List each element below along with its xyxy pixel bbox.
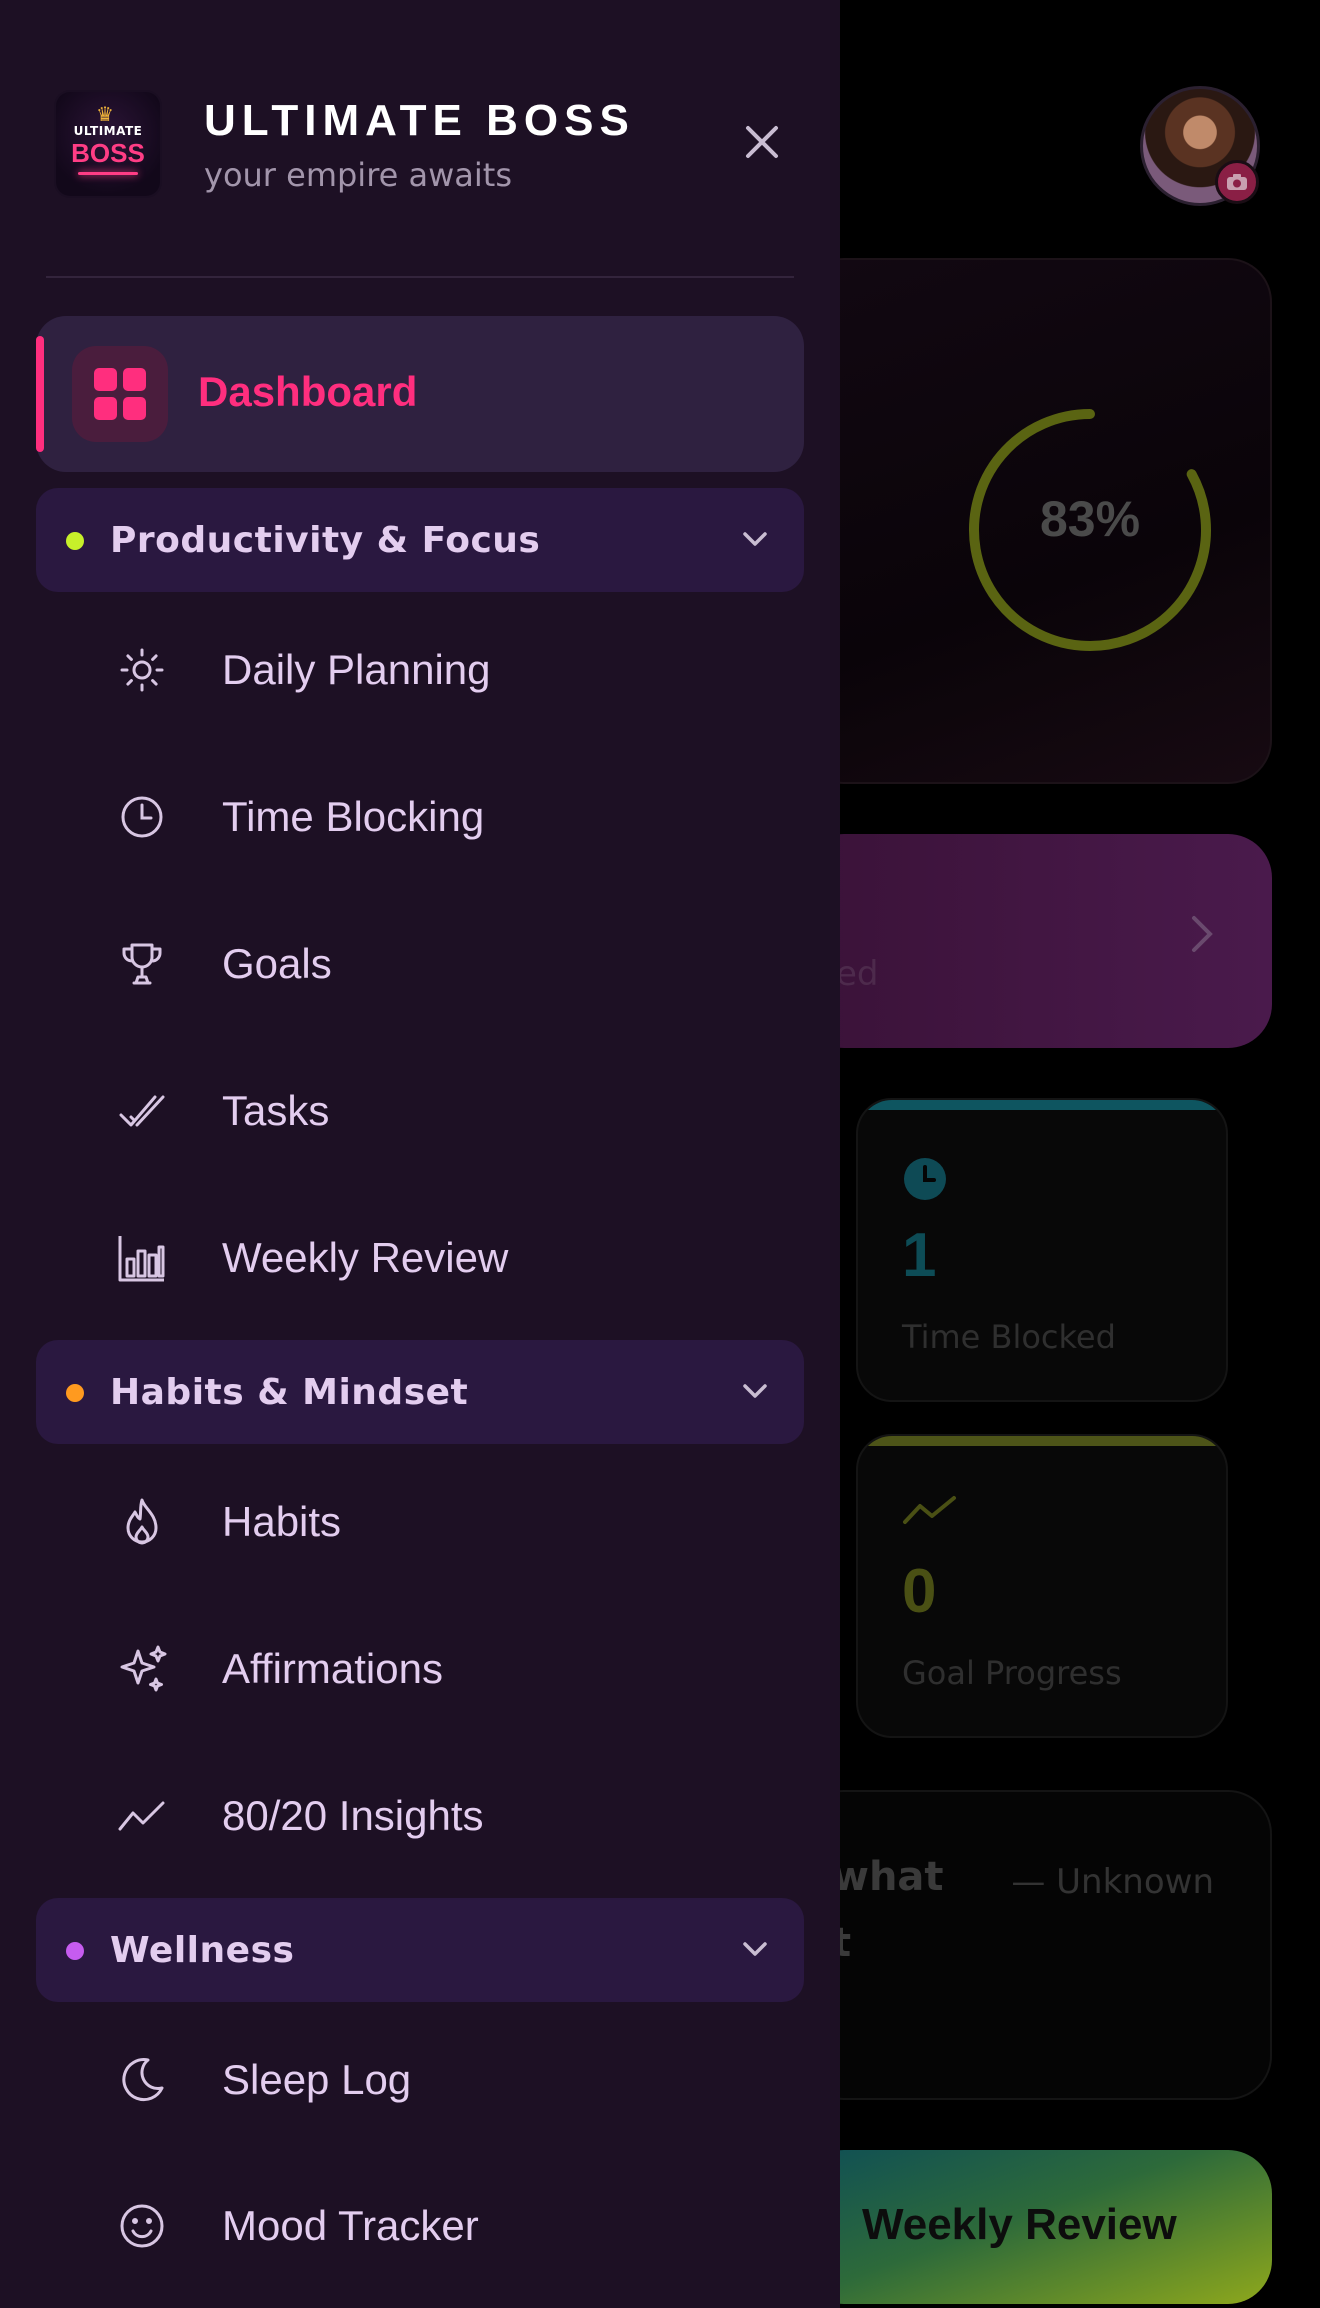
section-wellness[interactable]: Wellness (36, 1898, 804, 2002)
weekly-review-button[interactable]: Weekly Review (800, 2150, 1272, 2304)
app-title: ULTIMATE BOSS (204, 96, 635, 145)
section-label: Wellness (110, 1930, 295, 1971)
nav-item-label: Goals (222, 940, 332, 987)
sun-icon (116, 644, 168, 696)
app-subtitle: your empire awaits (204, 156, 512, 194)
nav-item-label: Time Blocking (222, 793, 485, 840)
nav-item-daily-planning[interactable]: Daily Planning (36, 610, 804, 730)
trend-line-icon (116, 1790, 168, 1842)
nav-item-time-blocking[interactable]: Time Blocking (36, 757, 804, 877)
double-check-icon (116, 1085, 168, 1137)
nav-item-mood-tracker[interactable]: Mood Tracker (36, 2166, 804, 2286)
section-productivity-focus[interactable]: Productivity & Focus (36, 488, 804, 592)
stat-accent-line (858, 1436, 1226, 1446)
nav-item-weekly-review[interactable]: Weekly Review (36, 1198, 804, 1318)
nav-item-label: Habits (222, 1498, 342, 1545)
nav-item-label: Affirmations (222, 1645, 443, 1692)
nav-item-label: Mood Tracker (222, 2202, 479, 2249)
nav-item-habits[interactable]: Habits (36, 1462, 804, 1582)
grid-icon (72, 346, 168, 442)
quote-card: what t — Unknown (800, 1790, 1272, 2100)
chevron-down-icon (740, 524, 770, 558)
bar-chart-icon (116, 1232, 168, 1284)
nav-item-label: Daily Planning (222, 646, 491, 693)
sparkles-icon (116, 1643, 168, 1695)
section-label: Habits & Mindset (110, 1372, 469, 1413)
camera-icon[interactable] (1215, 160, 1259, 204)
section-habits-mindset[interactable]: Habits & Mindset (36, 1340, 804, 1444)
weekly-review-button-label: Weekly Review (862, 2200, 1177, 2249)
section-label: Productivity & Focus (110, 520, 541, 561)
section-dot (66, 532, 84, 550)
clock-icon (116, 791, 168, 843)
app-logo: ♛ ULTIMATE BOSS (56, 92, 160, 196)
smile-icon (116, 2200, 168, 2252)
crown-icon: ♛ (96, 102, 114, 126)
logo-underline (78, 172, 138, 175)
section-dot (66, 1384, 84, 1402)
nav-item-goals[interactable]: Goals (36, 904, 804, 1024)
nav-item-dashboard[interactable]: Dashboard (36, 316, 804, 472)
banner-card[interactable]: ed (800, 834, 1272, 1048)
stat-value: 1 (902, 1221, 937, 1290)
nav-item-tasks[interactable]: Tasks (36, 1051, 804, 1171)
stat-card-goal-progress[interactable]: 0 Goal Progress (856, 1434, 1228, 1738)
nav-item-affirmations[interactable]: Affirmations (36, 1609, 804, 1729)
trophy-icon (116, 938, 168, 990)
nav-item-80-20-insights[interactable]: 80/20 Insights (36, 1756, 804, 1876)
stat-card-time-blocked[interactable]: 1 Time Blocked (856, 1098, 1228, 1402)
nav-item-label: Dashboard (198, 368, 418, 415)
active-indicator (36, 336, 44, 452)
moon-icon (116, 2054, 168, 2106)
flame-icon (116, 1496, 168, 1548)
nav-item-sleep-log[interactable]: Sleep Log (36, 2020, 804, 2140)
trend-line-icon (902, 1492, 958, 1532)
stat-label: Goal Progress (902, 1654, 1122, 1692)
navigation-drawer: ♛ ULTIMATE BOSS ULTIMATE BOSS your empir… (0, 0, 840, 2308)
logo-text-top: ULTIMATE (73, 124, 143, 138)
close-icon (744, 124, 780, 164)
quote-text-line: what (832, 1854, 944, 1900)
nav-item-label: Weekly Review (222, 1234, 509, 1281)
progress-percent: 83% (1039, 491, 1141, 547)
divider (46, 276, 794, 278)
nav-item-label: Tasks (222, 1087, 330, 1134)
banner-text: ed (836, 954, 879, 994)
nav-item-label: Sleep Log (222, 2056, 412, 2103)
stat-label: Time Blocked (902, 1318, 1116, 1356)
chevron-down-icon (740, 1376, 770, 1410)
chevron-right-icon (1188, 914, 1216, 958)
chevron-down-icon (740, 1934, 770, 1968)
section-dot (66, 1942, 84, 1960)
close-drawer-button[interactable] (738, 120, 786, 168)
quote-author: — Unknown (1011, 1862, 1214, 1902)
clock-icon (902, 1156, 948, 1206)
stat-accent-line (858, 1100, 1226, 1110)
nav-item-label: 80/20 Insights (222, 1792, 484, 1839)
stat-value: 0 (902, 1557, 937, 1626)
logo-text-main: BOSS (71, 138, 145, 168)
